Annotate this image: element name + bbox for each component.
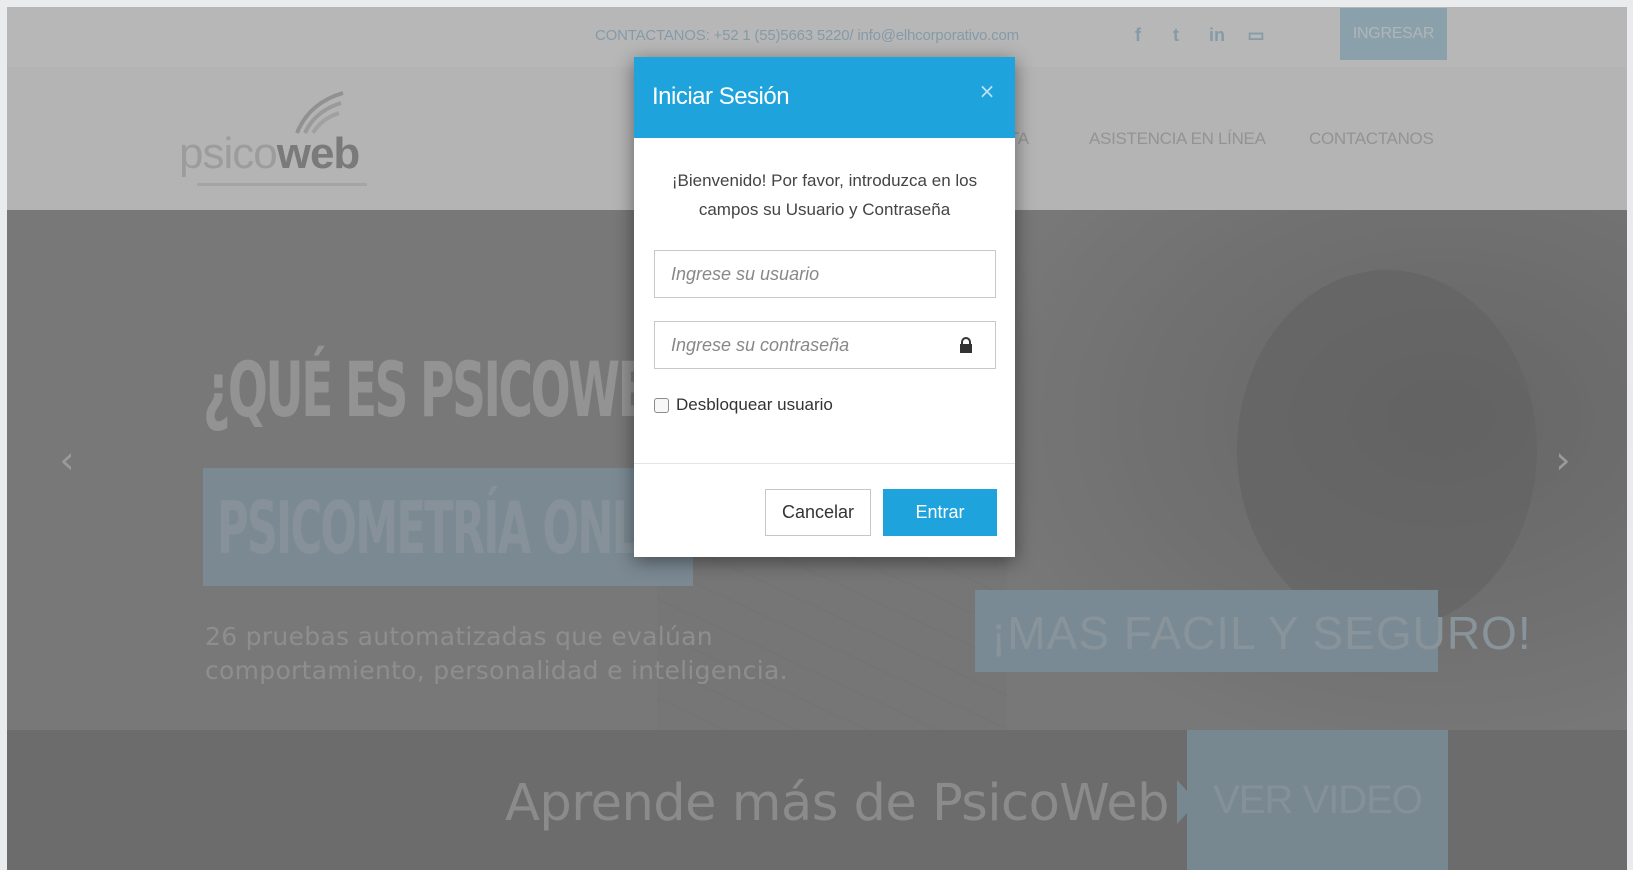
unlock-user-checkbox[interactable] <box>654 398 669 413</box>
login-modal: Iniciar Sesión × ¡Bienvenido! Por favor,… <box>634 57 1015 557</box>
page: CONTACTANOS: +52 1 (55)5663 5220/ info@e… <box>7 7 1627 870</box>
welcome-message: ¡Bienvenido! Por favor, introduzca en lo… <box>671 171 978 219</box>
unlock-user-label[interactable]: Desbloquear usuario <box>676 395 833 415</box>
lock-icon <box>960 337 972 353</box>
close-icon[interactable]: × <box>977 81 997 101</box>
modal-title: Iniciar Sesión <box>652 83 790 110</box>
modal-header: Iniciar Sesión × <box>634 57 1015 138</box>
modal-divider <box>634 463 1015 464</box>
enter-button[interactable]: Entrar <box>883 489 997 536</box>
password-input[interactable] <box>654 321 996 369</box>
cancel-button[interactable]: Cancelar <box>765 489 871 536</box>
username-input[interactable] <box>654 250 996 298</box>
